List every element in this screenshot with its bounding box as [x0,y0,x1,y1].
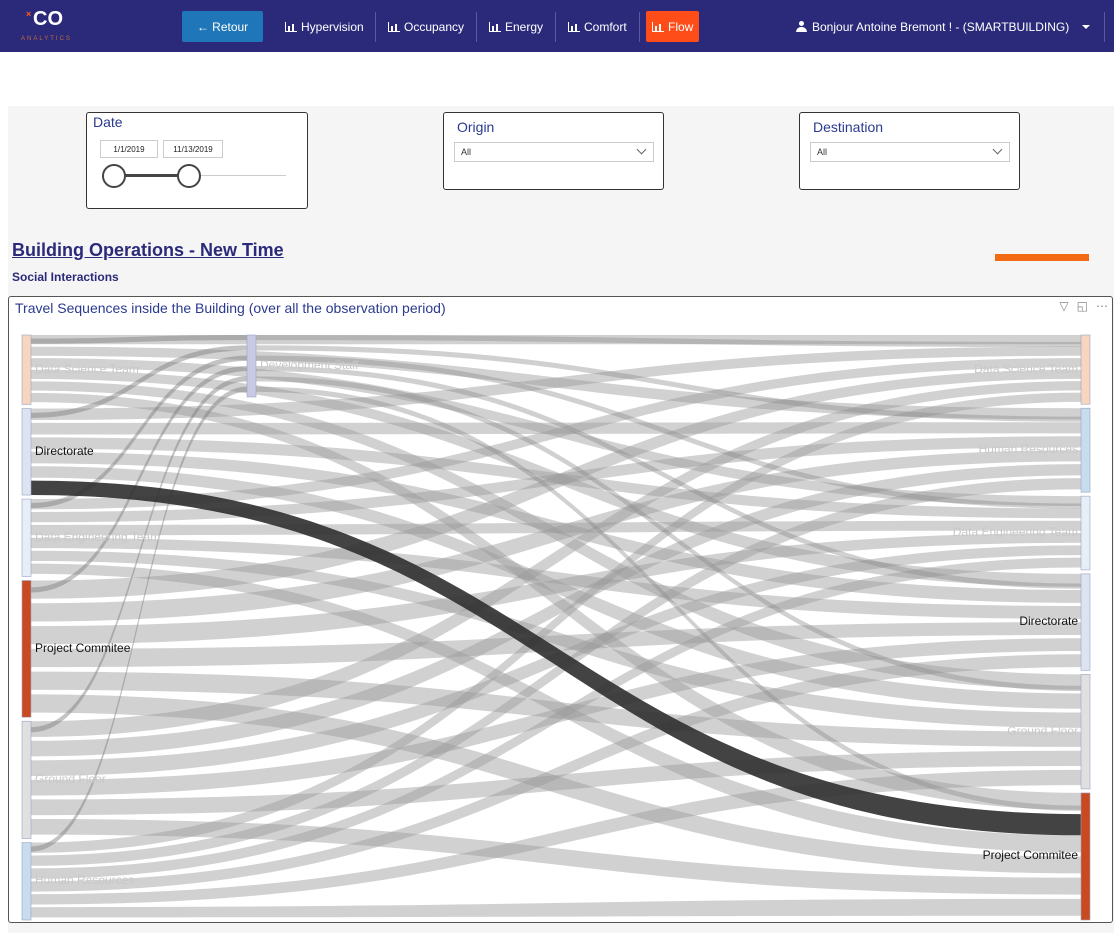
nav-label: Energy [505,19,544,34]
nav-label: Flow [668,19,694,34]
nav-label: Comfort [584,19,627,34]
sankey-node[interactable] [1080,495,1091,571]
chart-icon [652,21,664,32]
sankey-node[interactable] [1080,334,1091,405]
chevron-down-icon [992,144,1003,155]
sankey-visual: Travel Sequences inside the Building (ov… [8,296,1113,923]
nav-label: Occupancy [404,19,465,34]
destination-dropdown[interactable]: All [810,142,1010,162]
origin-value: All [461,147,472,157]
sankey-node-label: Project Commitee [982,848,1078,863]
page-subtitle: Social Interactions [12,270,119,284]
caret-down-icon [1082,24,1091,29]
sankey-node-label: Human Resources [978,442,1078,457]
user-greeting: Bonjour Antoine Bremont ! - (SMARTBUILDI… [812,19,1070,34]
sankey-node-label: Ground Floor [1007,723,1078,738]
page-title[interactable]: Building Operations - New Time [12,240,284,261]
sankey-node[interactable] [21,498,32,577]
sankey-node-label: Development Staff [260,358,359,372]
chart-icon [568,21,580,32]
sankey-node[interactable] [1080,792,1091,921]
sankey-node[interactable] [21,334,32,405]
chart-icon [489,21,501,32]
logo-subtitle: ANALYTICS [21,36,72,42]
origin-slicer-title: Origin [457,119,495,135]
chart-icon [388,21,400,32]
sankey-node[interactable] [1080,407,1091,493]
sankey-node[interactable] [1080,573,1091,671]
nav-divider [639,12,640,42]
sankey-node-label: Human Resources [35,873,135,888]
slider-end-handle[interactable] [177,164,201,188]
chart-icon [285,21,297,32]
user-menu[interactable]: Bonjour Antoine Bremont ! - (SMARTBUILDI… [796,11,1091,42]
back-button[interactable]: ← Retour [182,11,263,42]
destination-slicer-title: Destination [813,119,884,135]
nav-divider [555,12,556,42]
sankey-node[interactable] [21,408,32,496]
nav-label: Hypervision [301,19,364,34]
origin-slicer: Origin All [443,112,664,190]
sankey-node-label: Data Engineering Team [952,525,1078,540]
sankey-node-label: Directorate [1019,614,1078,629]
sankey-node-label: Data Science Team [35,361,139,376]
origin-dropdown[interactable]: All [454,142,654,162]
nav-occupancy[interactable]: Occupancy [388,11,464,42]
chevron-down-icon [636,144,647,155]
destination-slicer: Destination All [799,112,1020,190]
date-slicer: Date 1/1/2019 11/13/2019 [86,112,308,209]
sankey-node[interactable] [246,334,257,398]
sankey-node-label: Project Commitee [35,640,131,655]
slider-start-handle[interactable] [102,164,126,188]
nav-hypervision[interactable]: Hypervision [285,11,364,42]
nav-divider [375,12,376,42]
nav-comfort[interactable]: Comfort [568,11,627,42]
sankey-node-label: Ground Floor [35,771,106,786]
user-icon [796,21,807,32]
nav-divider [1104,12,1105,42]
date-slicer-title: Date [93,114,123,130]
date-end-input[interactable]: 11/13/2019 [163,140,223,158]
sankey-node-label: Directorate [35,443,94,458]
nav-divider [476,12,477,42]
logo-text: CO [33,8,63,30]
sankey-node-label: Data Engineering Team [35,529,161,544]
destination-value: All [817,147,828,157]
sankey-node[interactable] [21,580,32,718]
sankey-node-label: Data Science Team [974,361,1078,376]
sankey-node[interactable] [1080,674,1091,790]
logo-mark: × [26,9,32,19]
accent-bar [995,254,1089,261]
sankey-node[interactable] [21,720,32,839]
nav-flow-active[interactable]: Flow [646,11,700,42]
sankey-node[interactable] [21,842,32,921]
top-navigation-bar: × CO ANALYTICS ← Retour Hypervision Occu… [0,0,1114,52]
sankey-flow[interactable] [31,898,1081,918]
nav-energy[interactable]: Energy [489,11,543,42]
sankey-chart [21,334,1091,921]
date-start-input[interactable]: 1/1/2019 [100,140,158,158]
